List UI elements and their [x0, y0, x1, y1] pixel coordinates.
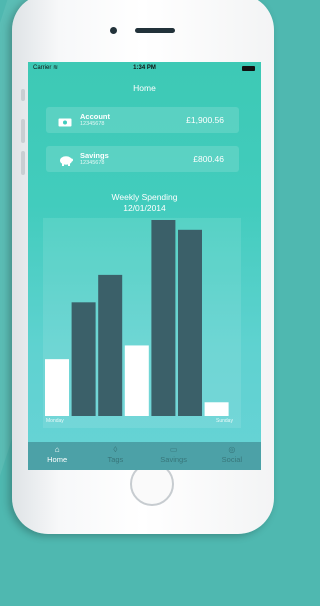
- chart-date: 12/01/2014: [123, 203, 166, 213]
- savings-name: Savings: [80, 151, 109, 160]
- tag-icon: ◊: [113, 445, 118, 454]
- mute-switch: [21, 89, 25, 101]
- bar-saturday[interactable]: [178, 229, 202, 416]
- globe-icon: ◎: [228, 445, 236, 454]
- account-balance: £1,900.56: [186, 115, 224, 125]
- volume-down-button: [21, 151, 25, 175]
- tab-tags[interactable]: ◊ Tags: [86, 442, 144, 470]
- account-card[interactable]: Account 12345678 £1,900.56: [46, 107, 239, 133]
- earpiece-speaker: [135, 28, 175, 33]
- bar-tuesday[interactable]: [71, 302, 96, 416]
- bar-chart-svg: [45, 220, 229, 416]
- tab-savings[interactable]: ▭ Savings: [145, 442, 203, 470]
- x-tick-last: Sunday: [216, 418, 233, 424]
- app-screen: Carrier ≋ 1:34 PM Home Account 12345678 …: [28, 62, 261, 470]
- account-number: 12345678: [80, 121, 105, 127]
- tab-social[interactable]: ◎ Social: [203, 442, 261, 470]
- piggy-bank-icon: ▭: [169, 445, 178, 454]
- page-title: Home: [133, 83, 156, 93]
- front-camera: [110, 27, 117, 34]
- account-name: Account: [80, 112, 110, 121]
- status-time: 1:34 PM: [133, 65, 156, 71]
- tab-label: Savings: [160, 455, 187, 464]
- piggy-bank-icon: [58, 153, 74, 171]
- volume-up-button: [21, 119, 25, 143]
- tab-label: Social: [221, 455, 243, 464]
- bar-friday[interactable]: [151, 220, 176, 416]
- house-icon: ⌂: [54, 445, 60, 454]
- savings-card[interactable]: Savings 12345678 £800.46: [46, 146, 239, 172]
- bar-thursday[interactable]: [124, 345, 149, 416]
- chart-title: Weekly Spending: [111, 192, 178, 202]
- x-tick-first: Monday: [46, 418, 64, 424]
- tab-home[interactable]: ⌂ Home: [28, 442, 86, 470]
- bar-wednesday[interactable]: [98, 274, 123, 416]
- status-bar: Carrier ≋ 1:34 PM: [28, 62, 261, 75]
- tab-label: Tags: [107, 455, 124, 464]
- bar-sunday[interactable]: [204, 402, 229, 416]
- weekly-spending-chart: [43, 218, 241, 428]
- tab-label: Home: [47, 455, 68, 464]
- bar-monday[interactable]: [45, 359, 69, 416]
- banknote-icon: [58, 114, 72, 132]
- tab-bar: ⌂ Home ◊ Tags ▭ Savings ◎ Social: [28, 442, 261, 470]
- savings-number: 12345678: [80, 160, 105, 166]
- savings-balance: £800.46: [193, 154, 224, 164]
- battery-icon: [242, 66, 255, 71]
